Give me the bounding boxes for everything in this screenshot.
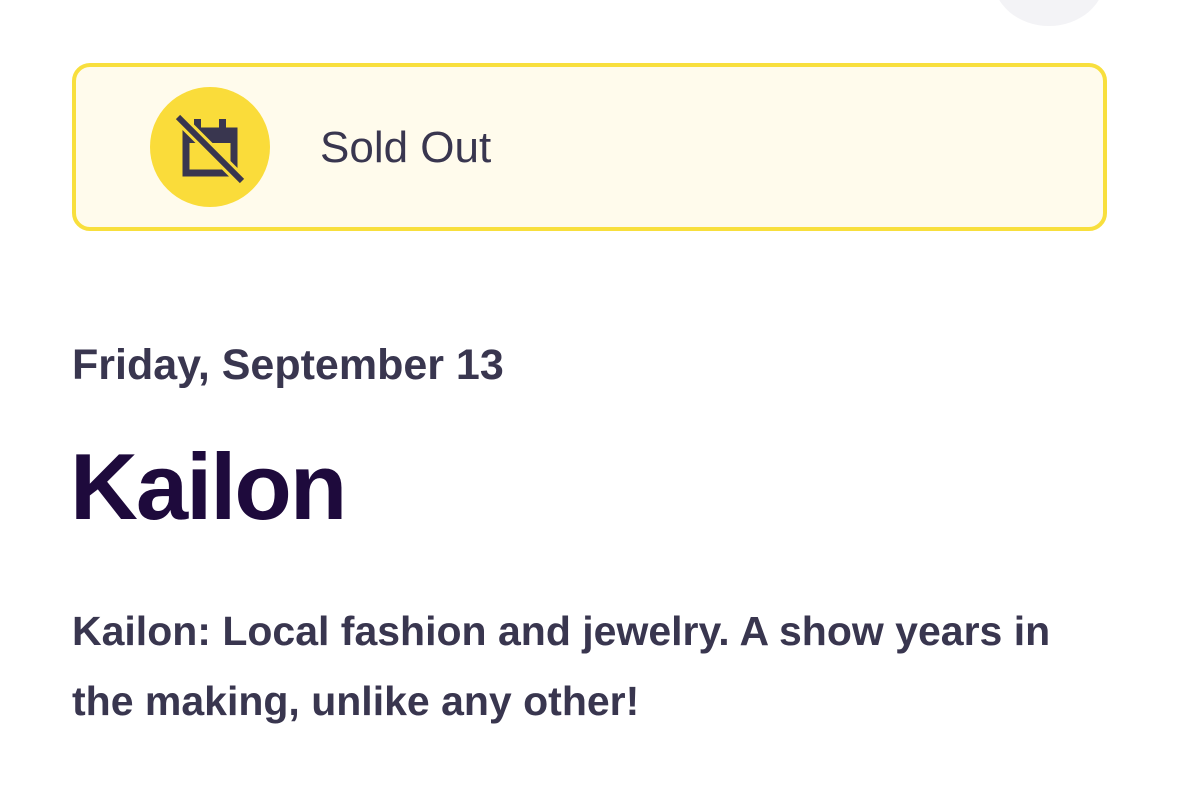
sold-out-label: Sold Out [320, 123, 492, 172]
top-right-action-button[interactable] [993, 0, 1105, 26]
sold-out-banner: Sold Out [72, 63, 1107, 231]
calendar-off-icon [150, 87, 270, 207]
event-title: Kailon [70, 434, 347, 539]
event-summary: Kailon: Local fashion and jewelry. A sho… [72, 608, 1051, 724]
event-date: Friday, September 13 [72, 341, 504, 389]
